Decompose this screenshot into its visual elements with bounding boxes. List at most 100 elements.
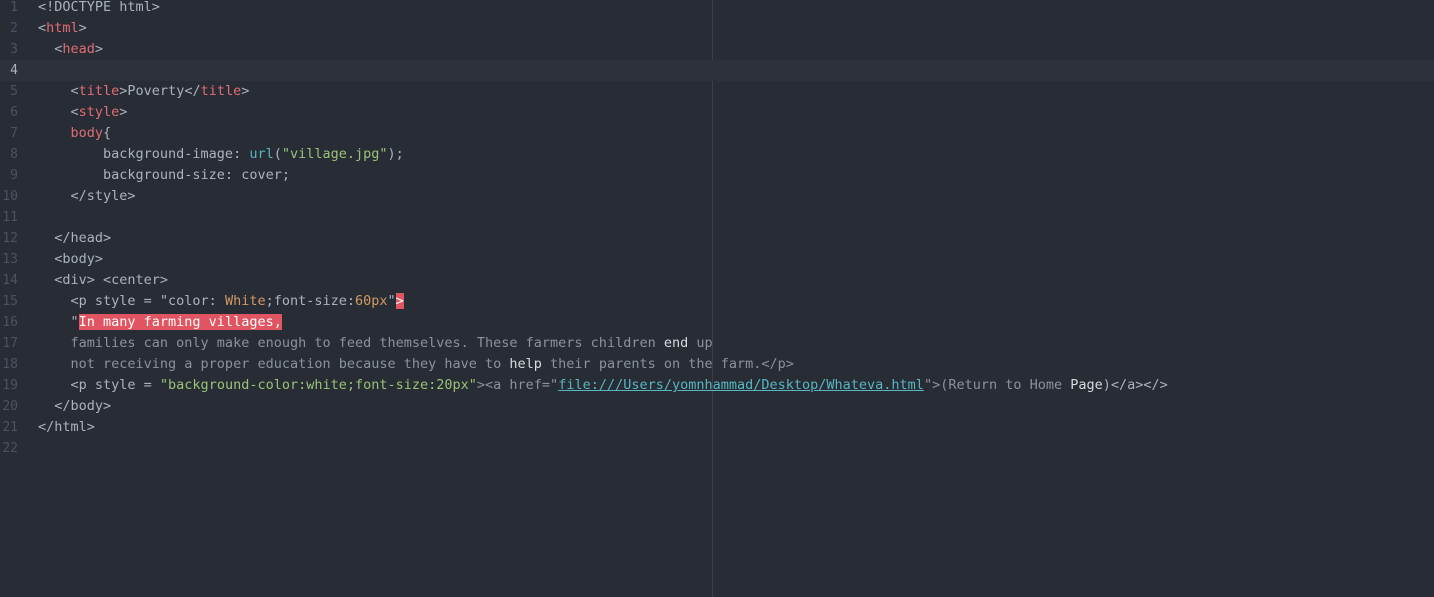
code-line[interactable]: 3 <head>: [0, 39, 1434, 60]
code-token: </: [38, 419, 55, 435]
line-code[interactable]: families can only make enough to feed th…: [38, 333, 713, 354]
code-line[interactable]: 11: [0, 207, 1434, 228]
line-code[interactable]: <html>: [38, 18, 87, 39]
code-token: ">(Return to Home: [923, 377, 1071, 393]
code-line[interactable]: 16 "In many farming villages,: [0, 312, 1434, 333]
line-code[interactable]: not receiving a proper education because…: [38, 354, 794, 375]
code-token: style: [78, 104, 120, 120]
code-line[interactable]: 10 </style>: [0, 186, 1434, 207]
error-highlight: >: [395, 293, 404, 309]
code-token: 60px: [354, 293, 388, 309]
code-token: >: [241, 83, 250, 99]
code-token: help: [509, 356, 542, 372]
code-token: html: [54, 419, 87, 435]
line-number: 3: [10, 42, 18, 57]
code-line[interactable]: 21 </html>: [0, 417, 1434, 438]
code-token: <!DOCTYPE html>: [38, 0, 160, 15]
code-token: Page: [1070, 377, 1103, 393]
code-token: <body>: [38, 251, 104, 267]
code-line[interactable]: 20 </body>: [0, 396, 1434, 417]
code-line[interactable]: 8 background-image: url("village.jpg");: [0, 144, 1434, 165]
line-number: 18: [2, 357, 18, 372]
code-token: >: [94, 41, 104, 57]
code-line[interactable]: 14 <div> <center>: [0, 270, 1434, 291]
code-line[interactable]: 18 not receiving a proper education beca…: [0, 354, 1434, 375]
code-line[interactable]: 5 <title>Poverty</title>: [0, 81, 1434, 102]
line-number: 19: [2, 378, 18, 393]
code-token: </head>: [38, 230, 112, 246]
code-line[interactable]: 4: [0, 60, 1434, 81]
line-code[interactable]: <div> <center>: [38, 270, 168, 291]
code-token: </body>: [38, 398, 112, 414]
line-number: 1: [10, 0, 18, 15]
line-number: 22: [2, 441, 18, 456]
line-number: 20: [2, 399, 18, 414]
line-code[interactable]: </head>: [38, 228, 111, 249]
line-number: 10: [2, 189, 18, 204]
code-token: White: [224, 293, 266, 309]
line-number: 14: [2, 273, 18, 288]
code-line[interactable]: 17 families can only make enough to feed…: [0, 333, 1434, 354]
code-editor[interactable]: 1 <!DOCTYPE html> 2 <html> 3 <head> 4 5 <title…: [0, 0, 1434, 597]
code-token: "village.jpg": [281, 146, 388, 162]
error-highlight: In many farming villages,: [78, 314, 282, 330]
code-line[interactable]: 19 <p style = "background-color:white;fo…: [0, 375, 1434, 396]
line-number: 11: [2, 210, 18, 225]
line-number: 8: [10, 147, 18, 162]
line-code[interactable]: body{: [38, 123, 112, 144]
line-code[interactable]: background-image: url("village.jpg");: [38, 144, 404, 165]
code-token: background-size: cover;: [38, 167, 290, 183]
line-code[interactable]: background-size: cover;: [38, 165, 290, 186]
code-token: (: [273, 146, 282, 162]
code-token: >: [78, 20, 87, 36]
code-line[interactable]: 13 <body>: [0, 249, 1434, 270]
line-code[interactable]: "In many farming villages,: [38, 312, 282, 333]
line-code[interactable]: <style>: [38, 102, 128, 123]
code-token: ;font-size:: [265, 293, 355, 309]
code-line[interactable]: 9 background-size: cover;: [0, 165, 1434, 186]
code-token: ": [38, 314, 79, 330]
line-code[interactable]: <p style = "background-color:white;font-…: [38, 375, 1168, 396]
line-number: 13: [2, 252, 18, 267]
line-number: 17: [2, 336, 18, 351]
line-number: 2: [10, 21, 18, 36]
code-token: <: [38, 41, 63, 57]
editor-lines[interactable]: 1 <!DOCTYPE html> 2 <html> 3 <head> 4 5 <title…: [0, 0, 1434, 459]
code-token: <p style = "color:: [38, 293, 225, 309]
code-line[interactable]: 22: [0, 438, 1434, 459]
code-token: </: [184, 83, 201, 99]
code-line[interactable]: 1 <!DOCTYPE html>: [0, 0, 1434, 18]
line-code[interactable]: <body>: [38, 249, 103, 270]
line-number: 21: [2, 420, 18, 435]
code-token: >: [86, 419, 95, 435]
code-line[interactable]: 6 <style>: [0, 102, 1434, 123]
line-number: 15: [2, 294, 18, 309]
code-token: background-image:: [38, 146, 250, 162]
line-code[interactable]: <p style = "color: White;font-size:60px"…: [38, 291, 404, 312]
code-token: <p style =: [38, 377, 160, 393]
line-number: 9: [10, 168, 18, 183]
code-line[interactable]: 15 <p style = "color: White;font-size:60…: [0, 291, 1434, 312]
code-line[interactable]: 7 body{: [0, 123, 1434, 144]
code-token: <div> <center>: [38, 272, 169, 288]
line-code[interactable]: </body>: [38, 396, 111, 417]
line-code[interactable]: <title>Poverty</title>: [38, 81, 250, 102]
code-token: title: [200, 83, 242, 99]
code-token: ": [387, 293, 396, 309]
line-number: 7: [10, 126, 18, 141]
line-code[interactable]: <!DOCTYPE html>: [38, 0, 160, 18]
code-link[interactable]: file:///Users/yomnhammad/Desktop/Whateva…: [558, 377, 924, 393]
code-token: url: [249, 146, 274, 162]
code-token: ><a href=": [476, 377, 559, 393]
code-token: <: [38, 83, 79, 99]
line-number: 4: [10, 63, 18, 78]
code-line[interactable]: 12 </head>: [0, 228, 1434, 249]
line-number: 12: [2, 231, 18, 246]
line-code[interactable]: </style>: [38, 186, 136, 207]
code-token: head: [62, 41, 95, 57]
code-token: families can only make enough to feed th…: [38, 335, 664, 351]
line-code[interactable]: <head>: [38, 39, 103, 60]
line-code[interactable]: </html>: [38, 417, 95, 438]
code-token: );: [387, 146, 404, 162]
code-line[interactable]: 2 <html>: [0, 18, 1434, 39]
